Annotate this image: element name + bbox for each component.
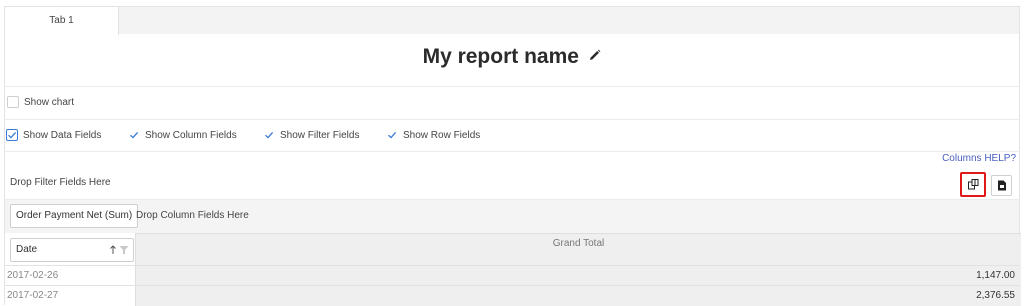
- pencil-icon[interactable]: [589, 48, 601, 66]
- export-button[interactable]: [991, 175, 1012, 196]
- export-file-icon: [997, 180, 1006, 191]
- filter-icon[interactable]: [119, 245, 129, 255]
- show-column-fields-label: Show Column Fields: [145, 129, 237, 141]
- row-field-label: Date: [16, 244, 38, 255]
- show-chart-checkbox[interactable]: Show chart: [7, 96, 74, 108]
- show-filter-fields-label: Show Filter Fields: [280, 129, 360, 141]
- row-value: 1,147.00: [135, 266, 1021, 286]
- row-value: 2,376.55: [135, 286, 1021, 306]
- show-chart-label: Show chart: [24, 96, 75, 108]
- field-toggles-row: Show Data Fields Show Column Fields Show…: [5, 120, 1019, 152]
- table-row: 2017-02-26 1,147.00: [5, 265, 1021, 286]
- sort-arrow-icon[interactable]: [109, 245, 117, 255]
- check-icon[interactable]: [6, 129, 18, 141]
- check-icon[interactable]: [263, 129, 275, 141]
- report-header: My report name: [5, 34, 1019, 87]
- columns-help-link[interactable]: Columns HELP?: [942, 153, 1016, 164]
- data-field-chip[interactable]: Order Payment Net (Sum): [10, 204, 139, 228]
- filter-drop-zone[interactable]: Drop Filter Fields Here: [10, 177, 111, 188]
- tab-bar: Tab 1: [4, 6, 1020, 35]
- row-field-chip[interactable]: Date: [10, 238, 134, 262]
- row-date: 2017-02-27: [5, 286, 135, 306]
- show-column-fields-checkbox[interactable]: Show Column Fields: [128, 129, 237, 141]
- show-filter-fields-checkbox[interactable]: Show Filter Fields: [263, 129, 359, 141]
- table-row: 2017-02-27 2,376.55: [5, 285, 1021, 306]
- show-data-fields-label: Show Data Fields: [23, 129, 102, 141]
- show-data-fields-checkbox[interactable]: Show Data Fields: [6, 129, 101, 141]
- checkbox-box[interactable]: [7, 96, 19, 108]
- show-chart-row: Show chart: [5, 87, 1019, 120]
- report-panel: My report name Show chart Show Data Fiel…: [4, 34, 1021, 306]
- show-row-fields-checkbox[interactable]: Show Row Fields: [386, 129, 480, 141]
- grand-total-header: Grand Total: [135, 233, 1021, 265]
- report-title: My report name: [422, 45, 579, 68]
- row-date: 2017-02-26: [5, 266, 135, 286]
- column-drop-zone[interactable]: Drop Column Fields Here: [136, 210, 249, 221]
- show-row-fields-label: Show Row Fields: [403, 129, 481, 141]
- check-icon[interactable]: [128, 129, 140, 141]
- tab-1[interactable]: Tab 1: [4, 6, 119, 35]
- check-icon[interactable]: [386, 129, 398, 141]
- columns-toggle-button[interactable]: [960, 172, 986, 197]
- columns-icon: [967, 179, 978, 190]
